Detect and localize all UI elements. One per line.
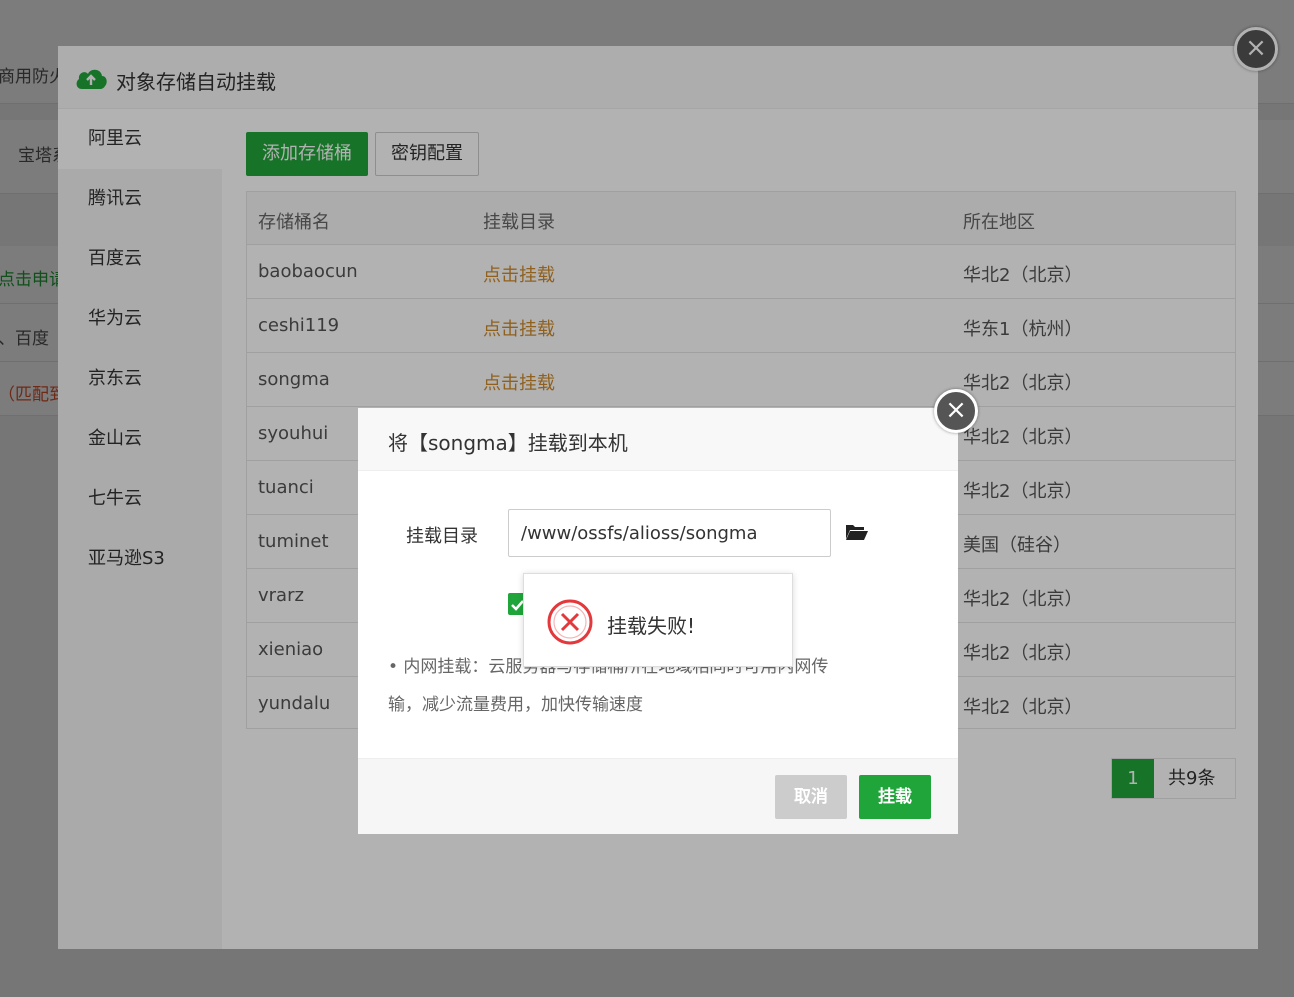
tip-line-2: 输，减少流量费用，加快传输速度	[388, 695, 643, 715]
toast-message: 挂载失败!	[607, 614, 696, 638]
folder-open-icon[interactable]	[845, 523, 869, 541]
dialog-title: 将【songma】挂载到本机	[388, 431, 628, 455]
dialog-header: 将【songma】挂载到本机	[358, 408, 958, 471]
close-icon[interactable]: ×	[934, 389, 978, 433]
mount-dir-input[interactable]	[508, 509, 831, 557]
error-toast: 挂载失败!	[523, 573, 793, 667]
dialog-footer: 取消 挂载	[358, 758, 958, 834]
mount-dir-label: 挂载目录	[406, 526, 478, 547]
cancel-button[interactable]: 取消	[775, 775, 847, 819]
error-icon	[547, 599, 593, 645]
mount-button[interactable]: 挂载	[859, 775, 931, 819]
